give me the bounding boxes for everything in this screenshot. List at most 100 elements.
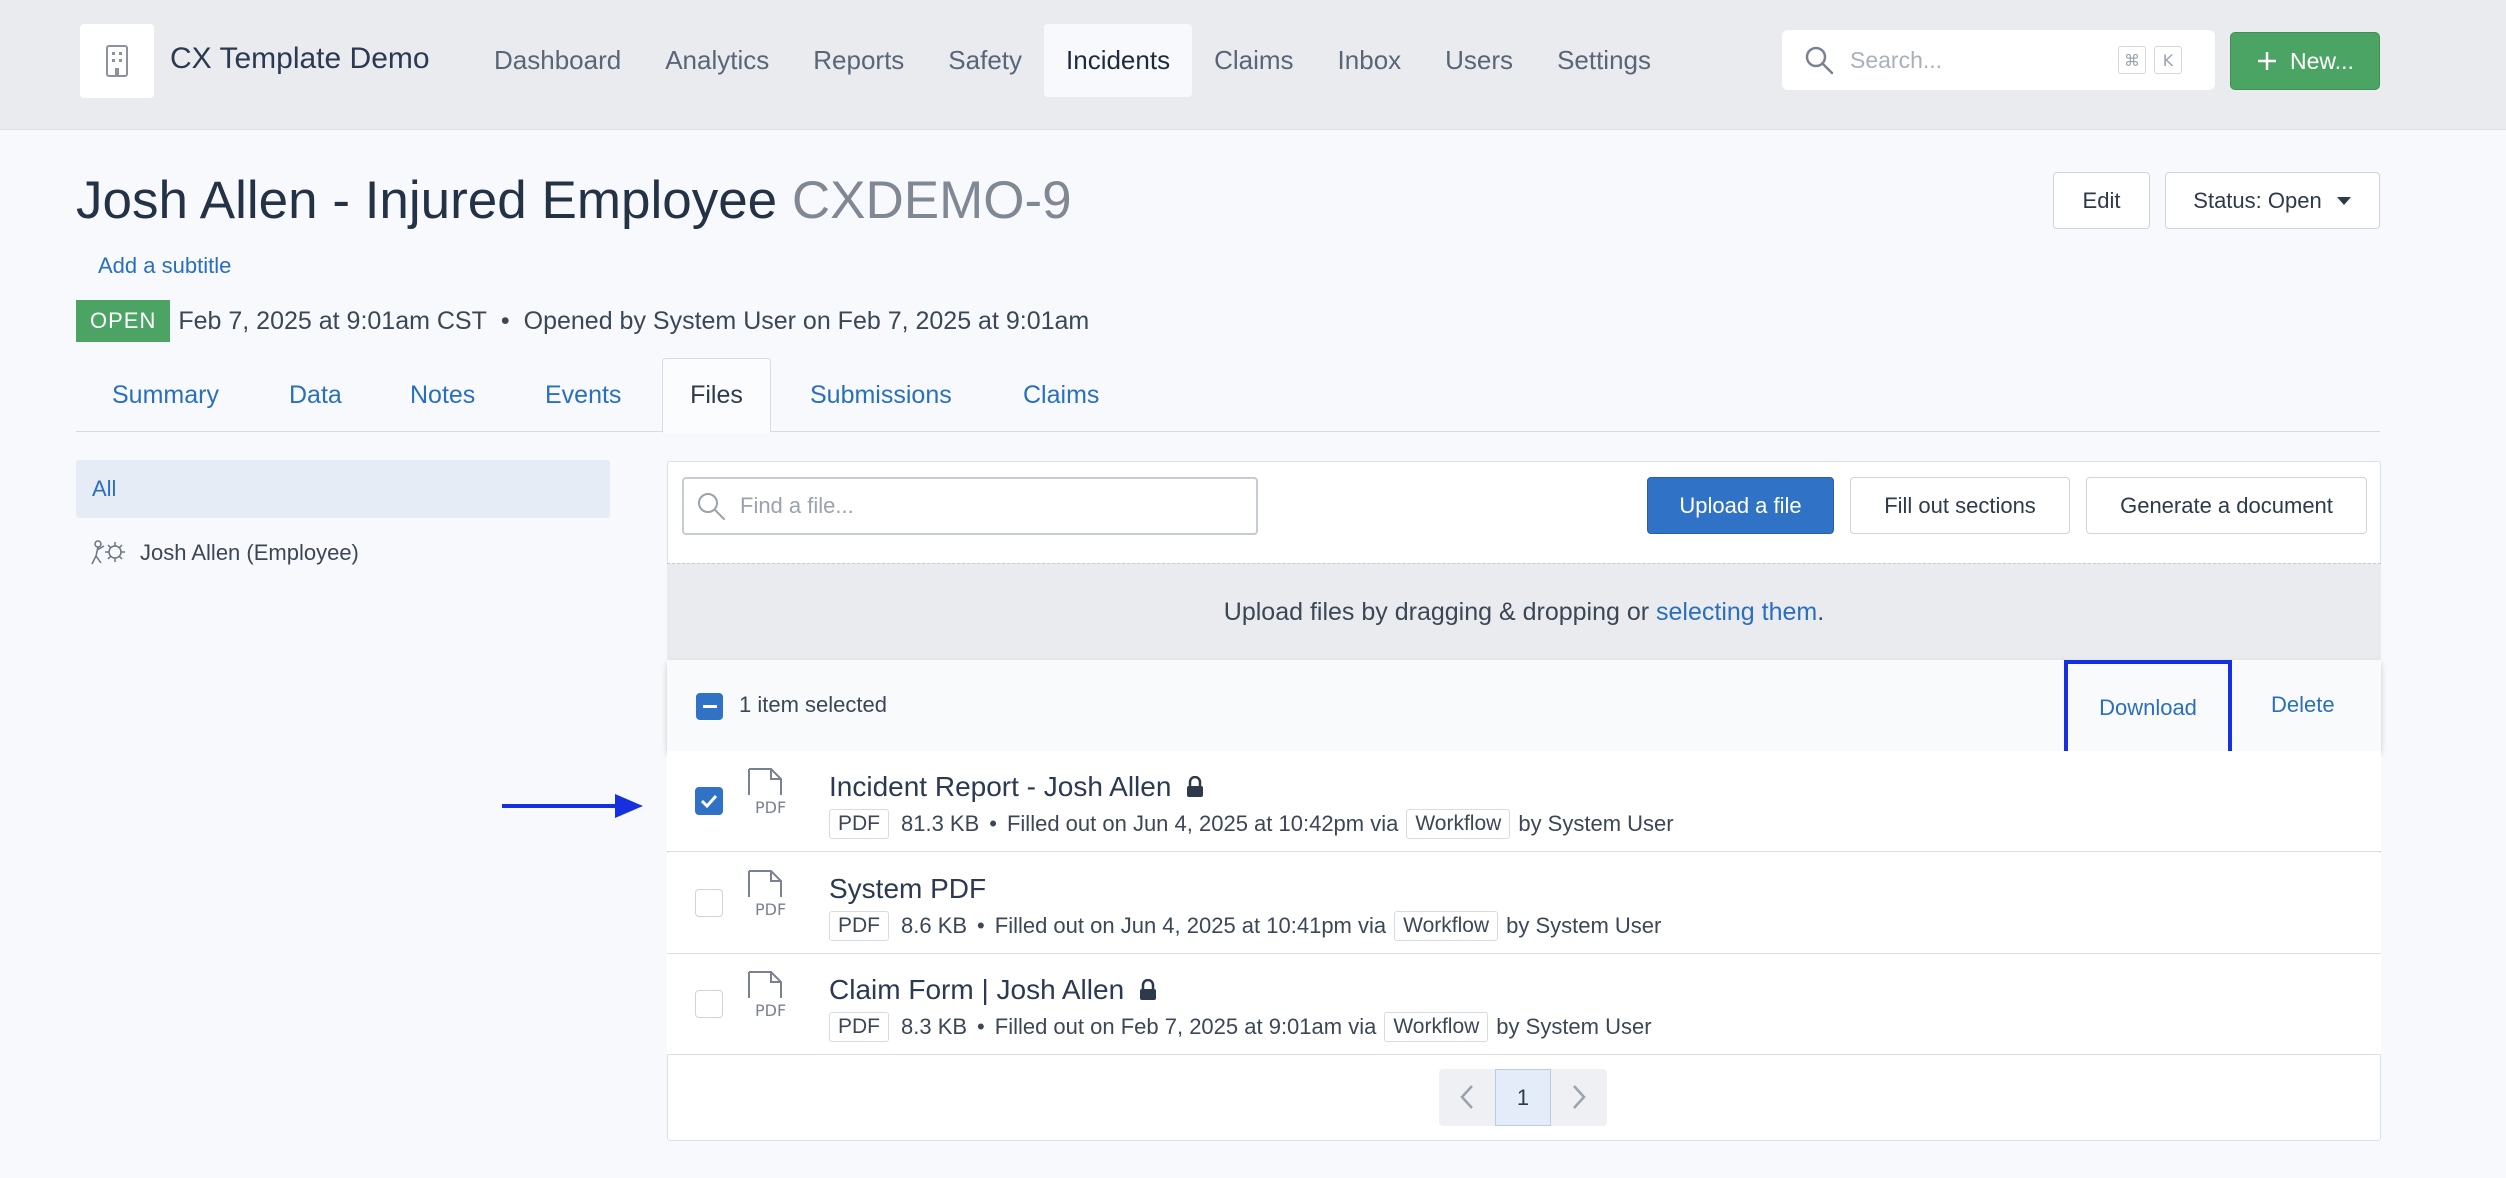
svg-text:PDF: PDF (755, 1001, 786, 1020)
svg-text:PDF: PDF (755, 900, 786, 919)
file-name[interactable]: Incident Report - Josh Allen (829, 771, 1205, 803)
select-files-link[interactable]: selecting them (1656, 598, 1817, 627)
separator-dot: • (977, 913, 985, 938)
nav-dashboard[interactable]: Dashboard (472, 24, 643, 97)
nav-users[interactable]: Users (1423, 24, 1535, 97)
chevron-right-icon[interactable] (1571, 1083, 1587, 1111)
plus-icon (2258, 52, 2277, 70)
tab-data[interactable]: Data (289, 358, 342, 432)
file-row[interactable]: PDF System PDF PDF 8.6 KB • Filled out o… (667, 853, 2381, 954)
new-button-label: New... (2290, 47, 2354, 74)
file-filled-text: Filled out on Jun 4, 2025 at 10:42pm via (1006, 811, 1399, 836)
person-injury-icon (91, 540, 125, 565)
tab-claims[interactable]: Claims (1023, 358, 1099, 432)
dropzone-end: . (1817, 597, 1825, 626)
nav-analytics[interactable]: Analytics (643, 24, 791, 97)
incident-tabs: Summary Data Notes Events Files Submissi… (76, 358, 2380, 433)
file-meta: PDF 81.3 KB • Filled out on Jun 4, 2025 … (829, 809, 1674, 839)
edit-button[interactable]: Edit (2053, 172, 2150, 229)
incident-title: Josh Allen - Injured Employee (76, 171, 778, 230)
pagination: 1 (1439, 1069, 1607, 1126)
page-number[interactable]: 1 (1495, 1069, 1551, 1126)
download-button[interactable]: Download (2064, 660, 2232, 756)
nav-claims[interactable]: Claims (1192, 24, 1315, 97)
selection-bar: 1 item selected Download Delete (667, 660, 2381, 756)
status-line: OPEN Feb 7, 2025 at 9:01am CST • Opened … (76, 300, 1089, 342)
file-row[interactable]: PDF Incident Report - Josh Allen PDF 81.… (667, 751, 2381, 852)
file-dropzone[interactable]: Upload files by dragging & dropping or s… (667, 563, 2381, 661)
nav-inbox[interactable]: Inbox (1316, 24, 1424, 97)
top-navbar: CX Template Demo Dashboard Analytics Rep… (0, 0, 2506, 130)
status-badge: OPEN (76, 300, 171, 342)
new-button[interactable]: New... (2230, 32, 2380, 90)
nav-settings[interactable]: Settings (1535, 24, 1673, 97)
add-subtitle-link[interactable]: Add a subtitle (98, 253, 231, 279)
separator-dot: • (500, 306, 510, 335)
global-search-input[interactable]: Search... ⌘ K (1782, 30, 2215, 90)
app-logo[interactable] (80, 24, 154, 98)
pdf-file-icon: PDF (748, 870, 786, 919)
pdf-file-icon: PDF (748, 768, 786, 817)
file-name-text: Claim Form | Josh Allen (829, 974, 1125, 1005)
page-title: Josh Allen - Injured Employee CXDEMO-9 (76, 170, 1072, 231)
tab-submissions[interactable]: Submissions (810, 358, 952, 432)
opened-by-text: Opened by System User on Feb 7, 2025 at … (523, 306, 1090, 335)
file-name[interactable]: System PDF (829, 873, 986, 905)
pdf-file-icon: PDF (748, 971, 786, 1020)
separator-dot: • (989, 811, 997, 836)
workflow-badge[interactable]: Workflow (1384, 1012, 1489, 1042)
file-checkbox[interactable] (695, 787, 723, 815)
file-row[interactable]: PDF Claim Form | Josh Allen PDF 8.3 KB •… (667, 954, 2381, 1055)
file-author: by System User (1496, 1014, 1652, 1039)
select-all-checkbox[interactable] (696, 693, 723, 720)
filter-all[interactable]: All (76, 460, 610, 518)
file-author: by System User (1518, 811, 1674, 836)
search-icon (1805, 46, 1834, 75)
nav-safety[interactable]: Safety (926, 24, 1044, 97)
main-nav: Dashboard Analytics Reports Safety Incid… (472, 24, 1673, 97)
file-checkbox[interactable] (695, 990, 723, 1018)
tab-files[interactable]: Files (662, 358, 771, 433)
chevron-left-icon[interactable] (1459, 1083, 1475, 1111)
download-label: Download (2099, 695, 2197, 720)
file-name[interactable]: Claim Form | Josh Allen (829, 974, 1158, 1006)
file-type-badge: PDF (829, 1012, 889, 1042)
lock-icon (1140, 979, 1157, 1000)
status-dropdown-label: Status: Open (2193, 187, 2322, 213)
pointer-arrow-icon (502, 794, 643, 818)
nav-incidents[interactable]: Incidents (1044, 24, 1193, 97)
file-name-text: System PDF (829, 873, 987, 904)
shortcut-k-key: K (2154, 46, 2182, 74)
workflow-badge[interactable]: Workflow (1394, 911, 1499, 941)
file-size: 8.6 KB (901, 913, 968, 938)
upload-file-button[interactable]: Upload a file (1647, 477, 1834, 534)
tab-events[interactable]: Events (545, 358, 621, 432)
nav-reports[interactable]: Reports (791, 24, 926, 97)
checkmark-icon (700, 794, 718, 808)
filter-person-label: Josh Allen (Employee) (140, 540, 359, 565)
fill-out-sections-button[interactable]: Fill out sections (1850, 477, 2070, 534)
find-file-input[interactable]: Find a file... (682, 477, 1258, 535)
filter-person[interactable]: Josh Allen (Employee) (90, 538, 359, 568)
generate-document-button[interactable]: Generate a document (2086, 477, 2367, 534)
file-type-badge: PDF (829, 809, 889, 839)
workflow-badge[interactable]: Workflow (1406, 809, 1511, 839)
delete-button[interactable]: Delete (2271, 692, 2335, 718)
separator-dot: • (977, 1014, 985, 1039)
app-title[interactable]: CX Template Demo (170, 42, 430, 76)
lock-icon (1187, 776, 1204, 797)
file-checkbox[interactable] (695, 889, 723, 917)
search-icon (698, 493, 725, 520)
status-dropdown[interactable]: Status: Open (2165, 172, 2380, 229)
file-size: 81.3 KB (901, 811, 980, 836)
tab-notes[interactable]: Notes (410, 358, 475, 432)
selected-count: 1 item selected (739, 692, 887, 717)
incident-code: CXDEMO-9 (791, 171, 1072, 230)
tab-summary[interactable]: Summary (112, 358, 219, 432)
file-name-text: Incident Report - Josh Allen (829, 771, 1172, 802)
dropzone-text: Upload files by dragging & dropping or (1223, 597, 1650, 626)
find-file-placeholder: Find a file... (740, 493, 854, 518)
file-meta: PDF 8.6 KB • Filled out on Jun 4, 2025 a… (829, 911, 1661, 941)
file-filled-text: Filled out on Feb 7, 2025 at 9:01am via (994, 1014, 1377, 1039)
file-filled-text: Filled out on Jun 4, 2025 at 10:41pm via (994, 913, 1387, 938)
